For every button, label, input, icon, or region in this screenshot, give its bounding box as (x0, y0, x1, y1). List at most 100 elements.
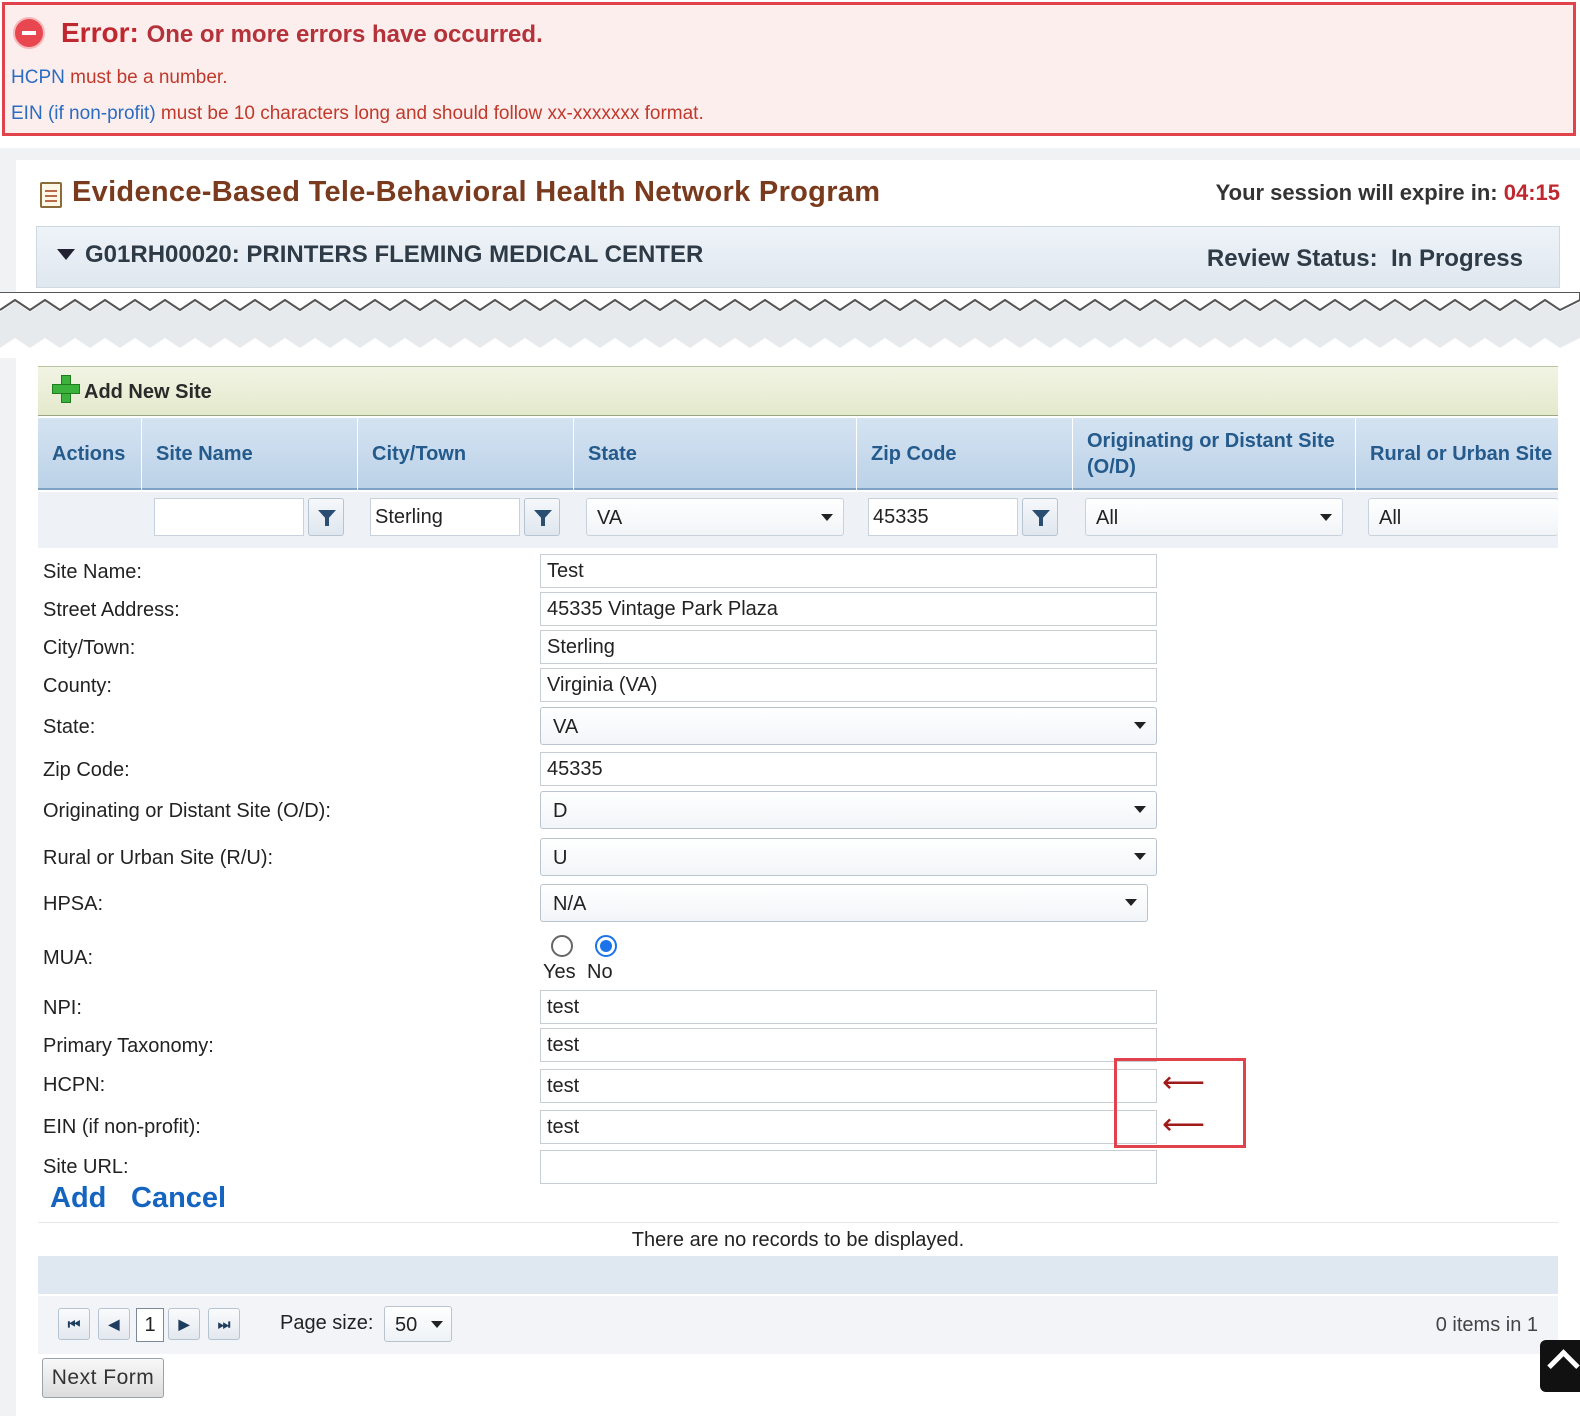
chevron-down-icon (431, 1321, 443, 1328)
ru-label: Rural or Urban Site (R/U): (43, 847, 274, 869)
plus-icon[interactable] (52, 375, 80, 403)
hpsa-select[interactable]: N/A (540, 884, 1148, 922)
mua-yes-label: Yes (543, 961, 576, 983)
scroll-to-top-icon[interactable] (1540, 1340, 1580, 1392)
state-select[interactable]: VA (540, 707, 1157, 745)
zip-filter-input[interactable] (868, 498, 1018, 536)
hcpn-label: HCPN: (43, 1074, 106, 1096)
filter-icon (318, 510, 336, 526)
grant-panel-header[interactable]: G01RH00020: PRINTERS FLEMING MEDICAL CEN… (36, 226, 1560, 288)
zip-filter-button[interactable] (1022, 498, 1058, 536)
city-filter-button[interactable] (524, 498, 560, 536)
no-records-message: There are no records to be displayed. (38, 1222, 1558, 1256)
ru-filter-select[interactable]: All (1368, 498, 1558, 536)
error-label: Error: (61, 17, 139, 48)
ru-select[interactable]: U (540, 838, 1157, 876)
page-size-select[interactable]: 50 (384, 1306, 452, 1342)
mua-no-radio[interactable] (595, 935, 617, 957)
chevron-down-icon (821, 514, 833, 521)
add-new-site-link[interactable]: Add New Site (84, 381, 212, 404)
site-name-filter-input[interactable] (154, 498, 304, 536)
chevron-down-icon (1134, 806, 1146, 813)
error-message: One or more errors have occurred. (146, 21, 543, 48)
city-filter-input[interactable] (370, 498, 520, 536)
add-new-site-bar[interactable]: Add New Site (38, 366, 1558, 416)
chevron-down-icon (1320, 514, 1332, 521)
mua-label: MUA: (43, 947, 93, 969)
hcpn-field[interactable]: test (540, 1069, 1157, 1103)
mua-no-label: No (587, 961, 613, 983)
current-page-number[interactable]: 1 (136, 1308, 164, 1342)
column-header-od[interactable]: Originating or Distant Site (O/D) (1073, 418, 1356, 490)
error-field-link[interactable]: EIN (if non-profit) (11, 103, 156, 124)
program-title: Evidence-Based Tele-Behavioral Health Ne… (72, 176, 881, 208)
grid-header: Actions Site Name City/Town State Zip Co… (38, 418, 1558, 490)
error-line-ein: EIN (if non-profit) must be 10 character… (11, 103, 704, 125)
clipboard-icon (40, 182, 62, 208)
county-field[interactable]: Virginia (VA) (540, 668, 1157, 702)
od-value: D (553, 800, 568, 822)
arrow-left-icon: ⟵ (1162, 1108, 1206, 1141)
county-label: County: (43, 675, 112, 697)
arrow-left-icon: ⟵ (1162, 1066, 1206, 1099)
state-filter-value: VA (597, 507, 623, 529)
review-status-value: In Progress (1390, 245, 1523, 272)
site-name-filter-button[interactable] (308, 498, 344, 536)
taxonomy-label: Primary Taxonomy: (43, 1035, 214, 1057)
error-text: must be a number. (64, 67, 228, 88)
error-text: must be 10 characters long and should fo… (155, 103, 704, 124)
page-size-value: 50 (395, 1314, 418, 1336)
column-header-zip[interactable]: Zip Code (857, 418, 1073, 490)
next-form-button[interactable]: Next Form (42, 1358, 164, 1398)
od-filter-select[interactable]: All (1085, 498, 1343, 536)
grid-footer-band (38, 1256, 1558, 1294)
city-label: City/Town: (43, 637, 136, 659)
ru-filter-value: All (1379, 507, 1402, 529)
taxonomy-field[interactable]: test (540, 1028, 1157, 1062)
cancel-button[interactable]: Cancel (131, 1182, 226, 1215)
first-page-button[interactable]: ⏮ (58, 1308, 90, 1340)
grant-title: G01RH00020: PRINTERS FLEMING MEDICAL CEN… (85, 241, 704, 268)
zip-code-label: Zip Code: (43, 759, 130, 781)
grid-pager: ⏮ ◀ 1 ▶ ⏭ Page size: 50 0 items in 1 (38, 1296, 1558, 1354)
street-address-label: Street Address: (43, 599, 180, 621)
npi-field[interactable]: test (540, 990, 1157, 1024)
od-filter-value: All (1096, 507, 1119, 529)
hpsa-label: HPSA: (43, 893, 104, 915)
column-header-ru[interactable]: Rural or Urban Site (1356, 418, 1558, 490)
od-select[interactable]: D (540, 791, 1157, 829)
od-label: Originating or Distant Site (O/D): (43, 800, 331, 822)
collapse-triangle-icon[interactable] (57, 249, 75, 260)
column-header-site-name[interactable]: Site Name (142, 418, 358, 490)
next-page-button[interactable]: ▶ (168, 1308, 200, 1340)
last-page-button[interactable]: ⏭ (208, 1308, 240, 1340)
site-url-field[interactable] (540, 1150, 1157, 1184)
error-icon (13, 17, 45, 49)
site-name-label: Site Name: (43, 561, 142, 583)
add-button[interactable]: Add (50, 1182, 106, 1215)
items-count: 0 items in 1 (1435, 1314, 1538, 1336)
filter-icon (1032, 510, 1050, 526)
error-field-link[interactable]: HCPN (11, 67, 65, 88)
hpsa-value: N/A (553, 893, 587, 915)
ein-field[interactable]: test (540, 1110, 1157, 1144)
site-name-field[interactable]: Test (540, 554, 1157, 588)
error-line-hcpn: HCPN must be a number. (11, 67, 228, 89)
page-size-label: Page size: (280, 1312, 374, 1334)
npi-label: NPI: (43, 997, 82, 1019)
session-time: 04:15 (1503, 180, 1560, 205)
zip-code-field[interactable]: 45335 (540, 752, 1157, 786)
state-filter-select[interactable]: VA (586, 498, 844, 536)
column-header-actions[interactable]: Actions (38, 418, 142, 490)
review-status-label: Review Status: (1206, 245, 1378, 272)
mua-yes-radio[interactable] (551, 935, 573, 957)
street-address-field[interactable]: 45335 Vintage Park Plaza (540, 592, 1157, 626)
prev-page-button[interactable]: ◀ (98, 1308, 130, 1340)
chevron-down-icon (1125, 899, 1137, 906)
review-status: Review Status: In Progress (1207, 245, 1523, 273)
torn-edge-divider (0, 292, 1580, 358)
city-field[interactable]: Sterling (540, 630, 1157, 664)
filter-row: VA All All (38, 492, 1558, 548)
column-header-state[interactable]: State (574, 418, 857, 490)
column-header-city[interactable]: City/Town (358, 418, 574, 490)
